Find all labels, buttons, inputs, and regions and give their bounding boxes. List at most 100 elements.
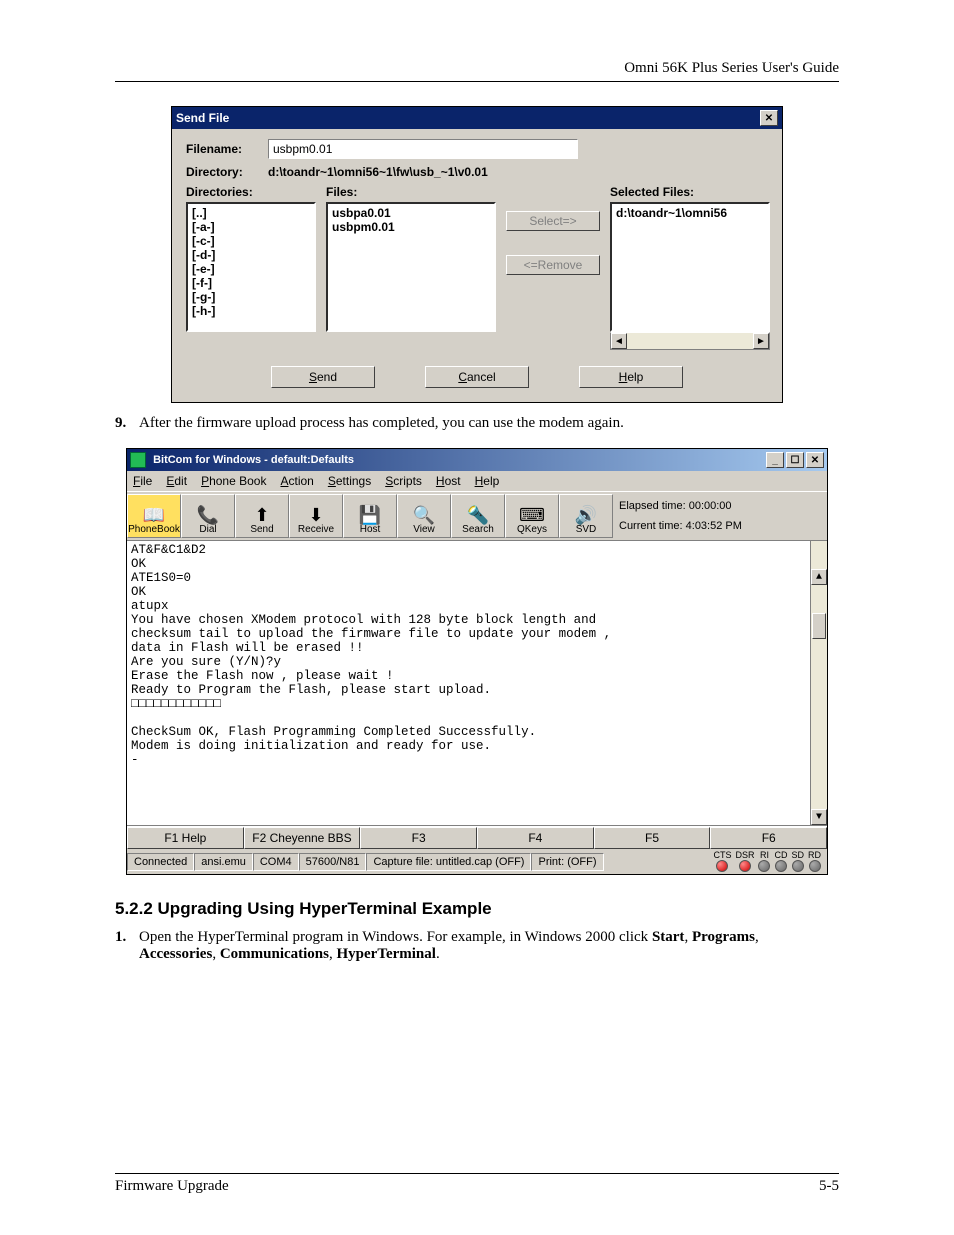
led-indicator-icon [775,860,787,872]
f1-key[interactable]: F1 Help [127,827,244,849]
step-9: 9. After the firmware upload process has… [115,415,839,432]
help-button[interactable]: Help [579,366,683,388]
dialog-titlebar[interactable]: Send File ✕ [172,107,782,129]
send-file-dialog: Send File ✕ Filename: Directory: d:\toan… [171,106,783,403]
scroll-thumb[interactable] [812,613,826,639]
f3-key[interactable]: F3 [360,827,477,849]
toolbar-qkeys-button[interactable]: ⌨QKeys [505,494,559,538]
list-item[interactable]: [-g-] [192,290,310,304]
dial-icon: 📞 [197,506,219,524]
step-text: After the firmware upload process has co… [139,415,624,432]
menu-file[interactable]: File [133,474,152,488]
close-icon[interactable]: ✕ [806,452,824,468]
menu-host[interactable]: Host [436,474,461,488]
led-dsr: DSR [735,851,754,872]
f6-key[interactable]: F6 [710,827,827,849]
menu-action[interactable]: Action [280,474,313,488]
close-icon[interactable]: ✕ [760,110,778,126]
toolbar-label: Dial [199,524,216,535]
step-number: 9. [115,415,139,432]
toolbar-search-button[interactable]: 🔦Search [451,494,505,538]
step-1: 1. Open the HyperTerminal program in Win… [115,929,839,963]
list-item[interactable]: [..] [192,206,310,220]
toolbar-view-button[interactable]: 🔍View [397,494,451,538]
toolbar-label: QKeys [517,524,547,535]
directories-listbox[interactable]: [..] [-a-] [-c-] [-d-] [-e-] [-f-] [-g-]… [186,202,316,332]
directory-value: d:\toandr~1\omni56~1\fw\usb_~1\v0.01 [268,165,488,179]
page-header: Omni 56K Plus Series User's Guide [115,60,839,82]
qkeys-icon: ⌨ [519,506,545,524]
horizontal-scrollbar[interactable]: ◄ ► [610,332,770,350]
list-item[interactable]: usbpa0.01 [332,206,490,220]
filename-input[interactable] [268,139,578,159]
vertical-scrollbar[interactable]: ▲ ▼ [810,541,827,825]
menu-phonebook[interactable]: Phone Book [201,474,266,488]
maximize-icon[interactable]: ☐ [786,452,804,468]
send-button[interactable]: Send [271,366,375,388]
status-port: COM4 [253,853,299,871]
list-item[interactable]: [-h-] [192,304,310,318]
app-icon [130,452,146,468]
menu-help[interactable]: Help [475,474,500,488]
list-item[interactable]: [-c-] [192,234,310,248]
scroll-up-icon[interactable]: ▲ [811,569,827,585]
toolbar-phonebook-button[interactable]: 📖PhoneBook [127,494,181,538]
cancel-button[interactable]: Cancel [425,366,529,388]
search-icon: 🔦 [467,506,489,524]
svd-icon: 🔊 [575,506,597,524]
toolbar-host-button[interactable]: 💾Host [343,494,397,538]
f5-key[interactable]: F5 [594,827,711,849]
led-cd: CD [774,851,787,872]
list-item[interactable]: usbpm0.01 [332,220,490,234]
menu-edit[interactable]: Edit [166,474,187,488]
scroll-right-icon[interactable]: ► [753,333,769,349]
filename-label: Filename: [186,142,268,156]
directory-label: Directory: [186,165,268,179]
list-item[interactable]: d:\toandr~1\omni56 [616,206,764,220]
led-panel: CTSDSRRICDSDRD [604,849,827,874]
files-listbox[interactable]: usbpa0.01 usbpm0.01 [326,202,496,332]
led-ri: RI [758,851,770,872]
page-footer: Firmware Upgrade 5-5 [115,1173,839,1195]
menu-settings[interactable]: Settings [328,474,371,488]
f4-key[interactable]: F4 [477,827,594,849]
scroll-left-icon[interactable]: ◄ [611,333,627,349]
selected-files-listbox[interactable]: d:\toandr~1\omni56 [610,202,770,332]
bitcom-titlebar[interactable]: BitCom for Windows - default:Defaults _ … [127,449,827,471]
led-sd: SD [791,851,804,872]
led-indicator-icon [716,860,728,872]
list-item[interactable]: [-a-] [192,220,310,234]
status-speed: 57600/N81 [299,853,367,871]
select-button[interactable]: Select=> [506,211,600,231]
status-print: Print: (OFF) [531,853,603,871]
scroll-down-icon[interactable]: ▼ [811,809,827,825]
toolbar-receive-button[interactable]: ⬇Receive [289,494,343,538]
remove-button[interactable]: <=Remove [506,255,600,275]
menu-scripts[interactable]: Scripts [385,474,422,488]
toolbar-label: View [413,524,435,535]
selected-files-label: Selected Files: [610,185,770,199]
step-number: 1. [115,929,139,963]
toolbar-svd-button[interactable]: 🔊SVD [559,494,613,538]
function-keys-bar: F1 Help F2 Cheyenne BBS F3 F4 F5 F6 [127,826,827,849]
list-item[interactable]: [-e-] [192,262,310,276]
header-title: Omni 56K Plus Series User's Guide [624,60,839,76]
minimize-icon[interactable]: _ [766,452,784,468]
menubar[interactable]: File Edit Phone Book Action Settings Scr… [127,471,827,491]
toolbar: 📖PhoneBook📞Dial⬆Send⬇Receive💾Host🔍View🔦S… [127,491,827,541]
list-item[interactable]: [-f-] [192,276,310,290]
toolbar-dial-button[interactable]: 📞Dial [181,494,235,538]
toolbar-send-button[interactable]: ⬆Send [235,494,289,538]
f2-key[interactable]: F2 Cheyenne BBS [244,827,361,849]
footer-right: 5-5 [819,1178,839,1195]
elapsed-time-value: 00:00:00 [689,500,732,512]
toolbar-label: PhoneBook [128,524,180,535]
led-indicator-icon [758,860,770,872]
receive-icon: ⬇ [308,506,323,524]
terminal-output[interactable]: AT&F&C1&D2 OK ATE1S0=0 OK atupx You have… [127,541,827,826]
list-item[interactable]: [-d-] [192,248,310,262]
files-label: Files: [326,185,496,199]
dialog-title: Send File [176,111,229,125]
current-time-label: Current time: [619,520,683,532]
status-emulation: ansi.emu [194,853,253,871]
